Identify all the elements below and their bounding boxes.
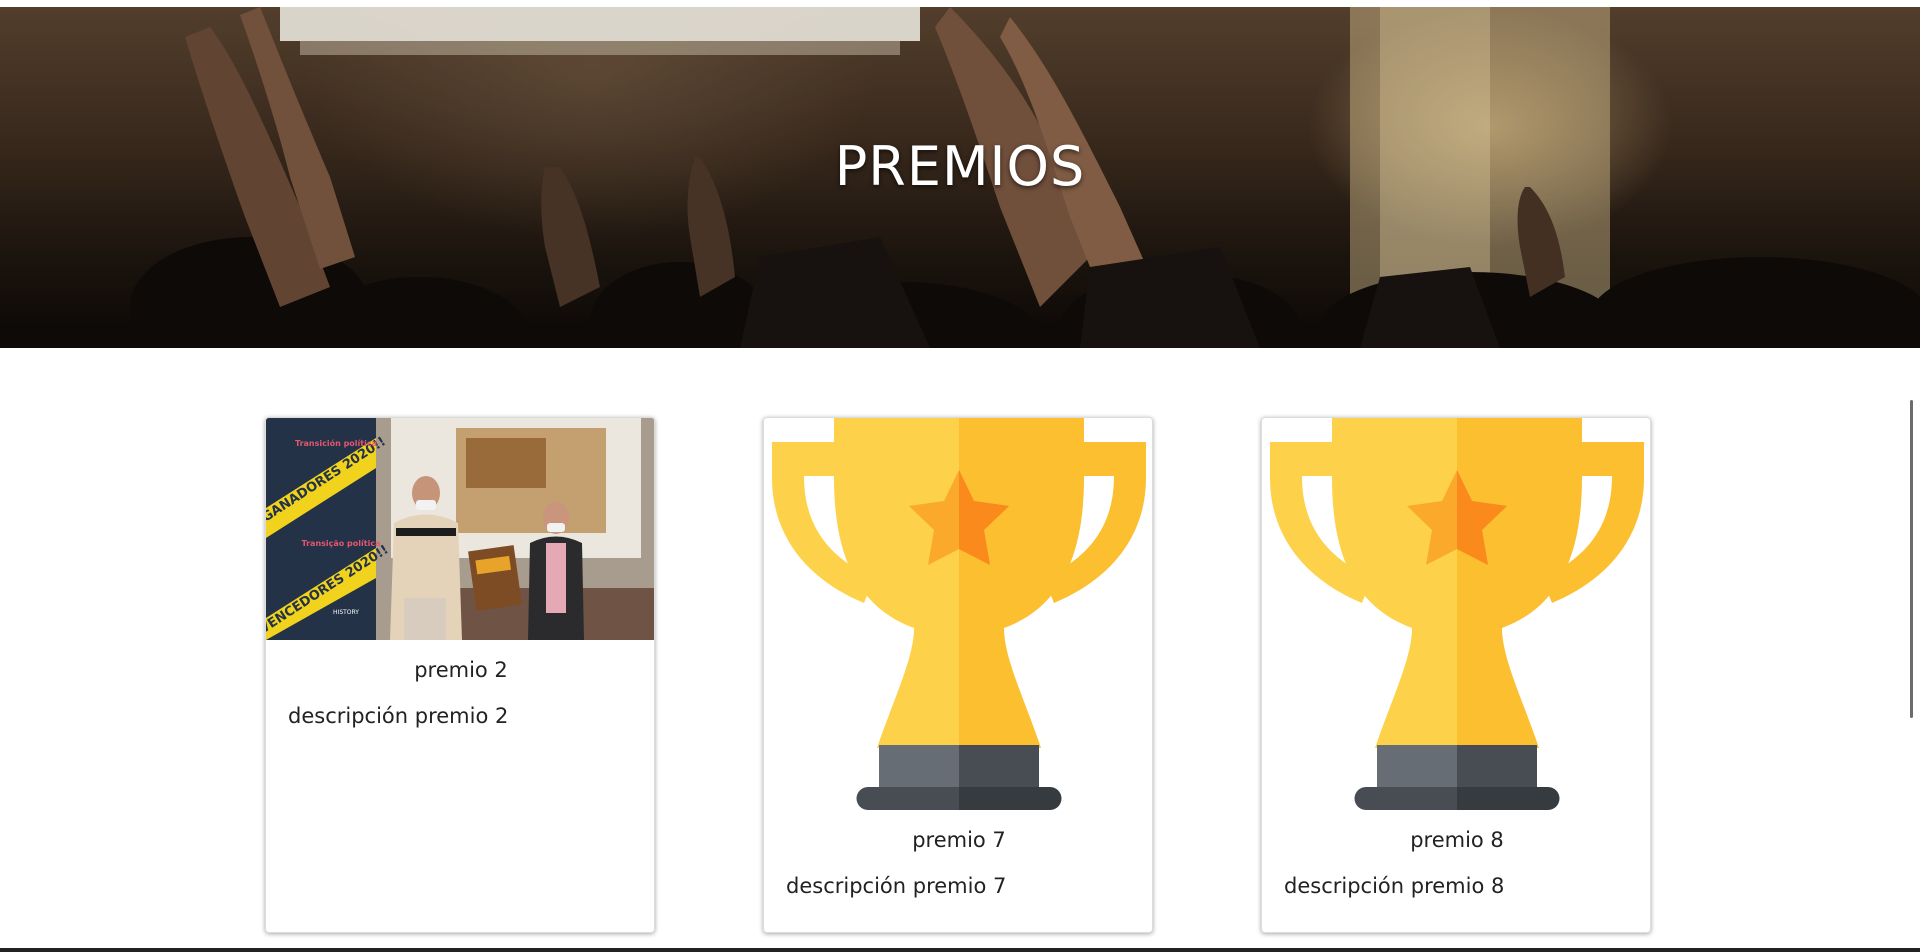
- poster-title-1: Transición política: [295, 438, 377, 448]
- award-card[interactable]: premio 8 descripción premio 8: [1261, 417, 1651, 933]
- scrollbar-thumb[interactable]: [1910, 400, 1913, 718]
- bottom-edge: [0, 948, 1920, 952]
- top-edge: [0, 0, 1920, 7]
- poster-brand: HISTORY: [333, 609, 359, 616]
- trophy-icon: [1270, 418, 1644, 810]
- card-title: premio 2: [414, 658, 508, 682]
- card-description: descripción premio 2: [288, 704, 509, 728]
- card-description: descripción premio 7: [786, 874, 1007, 898]
- hero-banner: PREMIOS: [0, 7, 1920, 348]
- poster-title-2: Transição política: [302, 539, 381, 548]
- award-ceremony-photo: ¡¡GANADORES 2020!! ¡¡VENCEDORES 2020!! T…: [266, 418, 654, 640]
- card-title: premio 8: [1410, 828, 1504, 852]
- award-card[interactable]: ¡¡GANADORES 2020!! ¡¡VENCEDORES 2020!! T…: [265, 417, 655, 933]
- card-description: descripción premio 8: [1284, 874, 1505, 898]
- card-title: premio 7: [912, 828, 1006, 852]
- page-title: PREMIOS: [834, 135, 1086, 198]
- trophy-icon: [772, 418, 1146, 810]
- award-card[interactable]: premio 7 descripción premio 7: [763, 417, 1153, 933]
